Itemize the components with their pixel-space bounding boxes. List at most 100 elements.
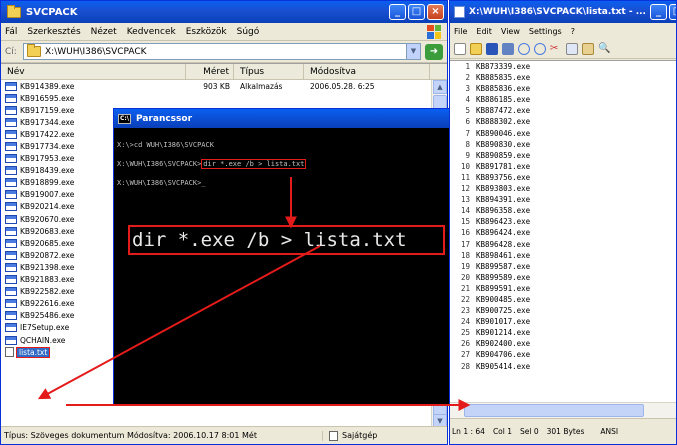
menu-tools[interactable]: Eszközök [186,27,227,37]
text-line: 4 KB886185.exe [450,94,676,105]
open-folder-icon[interactable] [470,42,482,55]
find-icon[interactable]: 🔍 [598,43,610,55]
status-encoding: ANSI [600,427,619,436]
file-date: 2006.05.28. 6:25 [310,81,375,91]
exe-file-icon [5,275,17,285]
folder-icon [7,4,21,18]
address-bar: Cí: X:\WUH\I386\SVCPACK ▼ ➜ [1,41,447,63]
go-arrow-icon[interactable]: ➜ [425,43,443,60]
text-line: 1 KB873339.exe [450,61,676,72]
notepad-titlebar[interactable]: X:\WUH\I386\SVCPACK\lista.txt - ... _ □ [450,1,676,23]
line-text: KB893803.exe [476,184,531,194]
text-line: 28 KB905414.exe [450,361,676,372]
scroll-up-icon[interactable]: ▲ [433,80,447,94]
column-size[interactable]: Méret [186,64,234,79]
menu-edit[interactable]: Edit [476,27,492,36]
line-number: 17 [460,239,470,249]
text-line: 24 KB901017.exe [450,316,676,327]
text-line: 26 KB902400.exe [450,338,676,349]
exe-file-icon [5,154,17,164]
status-text: Típus: Szöveges dokumentum Módosítva: 20… [4,431,257,440]
redo-icon[interactable] [534,42,546,55]
line-number: 23 [460,306,470,316]
status-zone-text: Sajátgép [342,431,378,440]
text-line: 22 KB900485.exe [450,294,676,305]
exe-file-icon [5,226,17,236]
line-text: KB899587.exe [476,261,531,271]
text-line: 3 KB885836.exe [450,83,676,94]
line-number: 5 [465,106,470,116]
menu-view[interactable]: View [501,27,520,36]
file-name: QCHAIN.exe [20,335,66,345]
menu-edit[interactable]: Szerkesztés [27,27,80,37]
new-file-icon[interactable] [454,42,466,55]
address-label: Cí: [5,46,17,57]
text-line: 10 KB891781.exe [450,161,676,172]
exe-file-icon [5,238,17,248]
undo-icon[interactable] [518,42,530,55]
file-row[interactable]: KB914389.exe 903 KB Alkalmazás 2006.05.28. … [1,80,447,92]
line-number: 26 [460,339,470,349]
menu-file[interactable]: File [454,27,467,36]
column-name[interactable]: Név [1,64,186,79]
copy-icon[interactable] [566,42,578,55]
text-line: 14 KB896358.exe [450,205,676,216]
address-field[interactable]: X:\WUH\I386\SVCPACK ▼ [23,43,421,60]
minimize-button[interactable]: _ [389,4,406,20]
column-date[interactable]: Módosítva [304,64,430,79]
menu-view[interactable]: Nézet [91,27,117,37]
exe-file-icon [5,214,17,224]
file-name: KB920670.exe [20,214,75,224]
file-name: lista.txt [15,346,51,358]
close-button[interactable]: × [427,4,444,20]
line-number: 16 [460,228,470,238]
text-line: 20 KB899589.exe [450,272,676,283]
notepad-text-area[interactable]: 1 KB873339.exe 2 KB885835.exe 3 KB885836.exe 4… [450,60,676,402]
chevron-down-icon[interactable]: ▼ [406,44,420,59]
text-line: 12 KB893803.exe [450,183,676,194]
explorer-titlebar[interactable]: SVCPACK _ □ × [1,1,447,23]
menu-help[interactable]: ? [571,27,575,36]
text-line: 9 KB890859.exe [450,150,676,161]
file-row[interactable]: KB916595.exe [1,92,447,104]
line-text: KB885836.exe [476,84,531,94]
horizontal-scrollbar[interactable] [450,402,676,418]
cut-icon[interactable]: ✂ [550,43,562,55]
column-type[interactable]: Típus [234,64,304,79]
text-line: 27 KB904706.exe [450,349,676,360]
line-text: KB901017.exe [476,317,531,327]
cmd-line: X:\>cd WUH\I386\SVCPACK [117,141,214,149]
file-name: KB917422.exe [20,129,75,139]
menu-file[interactable]: Fál [5,27,17,37]
scroll-thumb[interactable] [464,404,644,417]
command-prompt-window[interactable]: C:\ Parancssor X:\>cd WUH\I386\SVCPACK X… [113,108,450,406]
file-name-cell: KB916595.exe [1,93,186,103]
menu-favorites[interactable]: Kedvencek [127,27,176,37]
file-name: KB920872.exe [20,250,75,260]
text-line: 16 KB896424.exe [450,227,676,238]
line-number: 6 [465,117,470,127]
maximize-button[interactable]: □ [408,4,425,20]
maximize-button[interactable]: □ [668,4,676,20]
text-line: 25 KB901214.exe [450,327,676,338]
line-number: 24 [460,317,470,327]
line-text: KB894391.exe [476,195,531,205]
save-all-icon[interactable] [502,42,514,55]
line-number: 19 [460,261,470,271]
cmd-output: X:\>cd WUH\I386\SVCPACK X:\WUH\I386\SVCP… [114,128,449,193]
file-name: KB917344.exe [20,117,75,127]
line-number: 3 [465,84,470,94]
notepad-toolbar: ✂ 🔍 [450,39,676,59]
file-name: KB917953.exe [20,154,75,164]
cmd-titlebar[interactable]: C:\ Parancssor [114,109,449,128]
exe-file-icon [5,178,17,188]
paste-icon[interactable] [582,42,594,55]
minimize-button[interactable]: _ [649,4,667,20]
save-icon[interactable] [486,42,498,55]
file-name: KB922582.exe [20,287,75,297]
line-number: 21 [460,283,470,293]
exe-file-icon [5,166,17,176]
menu-settings[interactable]: Settings [529,27,562,36]
file-name: KB920214.exe [20,202,75,212]
menu-help[interactable]: Súgó [237,27,260,37]
